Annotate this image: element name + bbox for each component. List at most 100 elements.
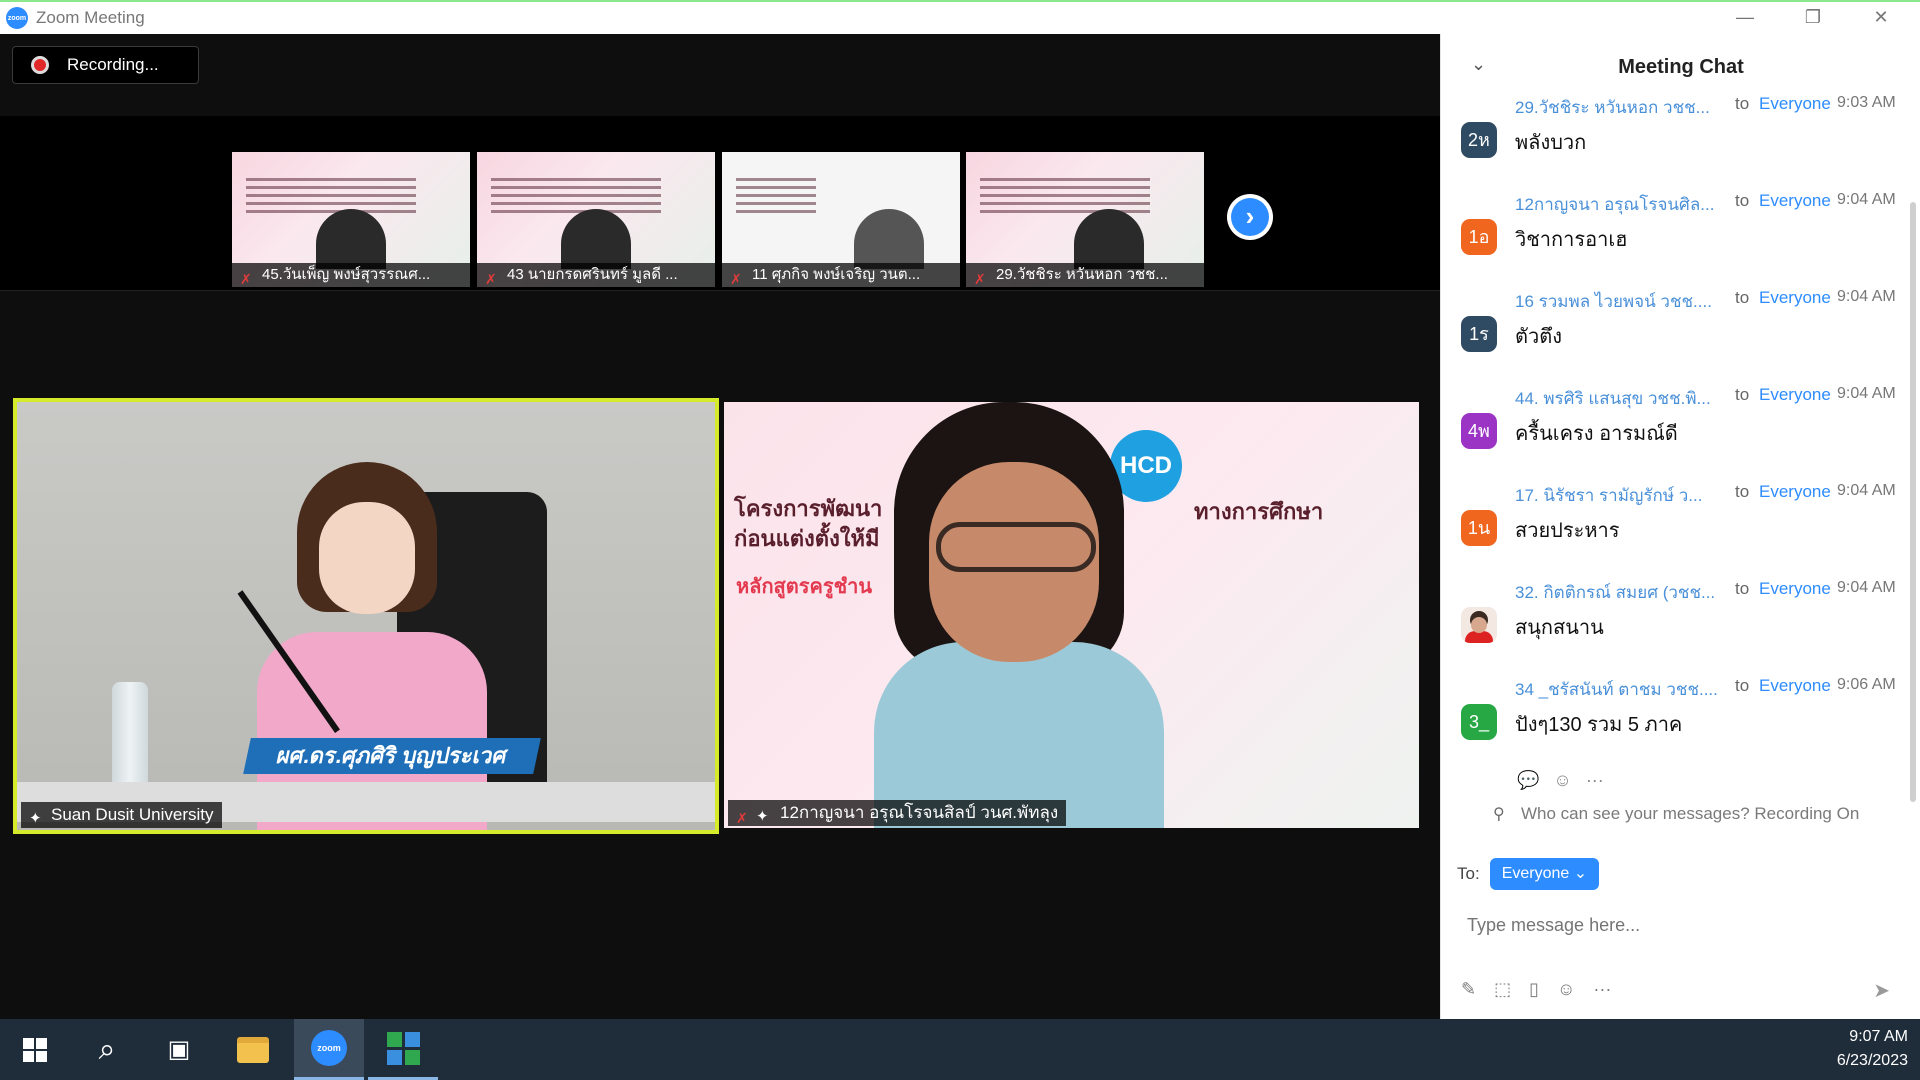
task-view-icon[interactable]: ▣ [144,1019,214,1080]
emoji-reaction-icon[interactable]: ☺ [1553,770,1571,791]
participant-video [853,209,924,269]
slide-graphic [491,178,661,218]
message-text: พลังบวก [1515,132,1587,154]
restore-button[interactable]: ❐ [1780,2,1846,32]
tile-name: 12กาญจนา อรุณโรจนสิลป์ วนศ.พัทลุง [780,803,1059,822]
participant-name-label: ✗ 45.วันเพ็ญ พงษ์สุวรรณศ... [232,263,470,287]
participant-name: 43 นายกรดศรินทร์ มูลดี ... [507,266,678,283]
message-sender[interactable]: 12กาญจนา อรุณโรจนศิล... [1515,191,1729,218]
chat-message[interactable]: 1ร 16 รวมพล ไวยพจน์ วชช.... to Everyone … [1441,284,1911,380]
message-to: to [1735,385,1750,404]
avatar [1461,607,1497,643]
participant-graphic [874,402,1164,828]
message-text: วิชาการอาเฮ [1515,229,1628,251]
message-time: 9:04 AM [1837,482,1896,499]
message-meta: 29.วัชชิระ หวันหอก วชช... to Everyone 9:… [1515,94,1911,117]
speaker-video-tile[interactable]: ผศ.ดร.ศุภศิริ บุญประเวศ ✦ Suan Dusit Uni… [13,398,719,834]
system-clock[interactable]: 9:07 AM 6/23/2023 [1837,1025,1908,1073]
message-target: Everyone [1759,676,1831,695]
taskbar: ⌕ ▣ zoom 9:07 AM 6/23/2023 [0,1019,1920,1080]
pin-icon: ✦ [756,808,769,825]
close-button[interactable]: ✕ [1848,2,1914,32]
message-target: Everyone [1759,94,1831,113]
slide-graphic [246,178,416,218]
privacy-notice[interactable]: ⚲ Who can see your messages? Recording O… [1493,804,1859,824]
reply-icon[interactable]: 💬 [1517,770,1539,791]
composer-toolbar: ✎ ⬚ ▯ ☺ ··· [1461,979,1611,1000]
message-target: Everyone [1759,288,1831,307]
message-meta: 12กาญจนา อรุณโรจนศิล... to Everyone 9:04… [1515,191,1911,214]
folder-icon [237,1036,269,1063]
message-sender[interactable]: 16 รวมพล ไวยพจน์ วชช.... [1515,288,1729,315]
file-explorer-button[interactable] [218,1019,288,1080]
message-meta: 17. นิรัชรา รามัญรักษ์ ว... to Everyone … [1515,482,1911,505]
participant-video [561,209,631,269]
chat-message[interactable]: 1น 17. นิรัชรา รามัญรักษ์ ว... to Everyo… [1441,478,1911,574]
chat-message[interactable]: 3_ 34 _ชรัสนันท์ ตาชม วชช.... to Everyon… [1441,672,1911,768]
participant-name: 11 ศุภกิจ พงษ์เจริญ วนต... [752,266,921,283]
presenter-nameplate: ผศ.ดร.ศุภศิริ บุญประเวศ [243,738,541,774]
participant-thumbnail[interactable]: ✗ 45.วันเพ็ญ พงษ์สุวรรณศ... [232,152,470,287]
app-icon [386,1031,420,1065]
message-sender[interactable]: 17. นิรัชรา รามัญรักษ์ ว... [1515,482,1729,509]
recording-indicator[interactable]: Recording... [12,46,199,84]
chat-panel: ⌄ Meeting Chat 2ห 29.วัชชิระ หวันหอก วชช… [1440,34,1920,1019]
avatar: 2ห [1461,122,1497,158]
chat-scrollbar[interactable] [1910,202,1916,802]
start-button[interactable] [0,1019,70,1080]
chat-message[interactable]: 1อ 12กาญจนา อรุณโรจนศิล... to Everyone 9… [1441,187,1911,283]
message-sender[interactable]: 44. พรศิริ แสนสุข วชช.พิ... [1515,385,1729,412]
message-sender[interactable]: 32. กิตติกรณ์ สมยศ (วชช... [1515,579,1729,606]
title-bar: zoom Zoom Meeting — ❐ ✕ [0,0,1920,34]
clock-time: 9:07 AM [1849,1028,1908,1045]
chat-message-input[interactable] [1467,900,1887,950]
avatar: 1อ [1461,219,1497,255]
search-icon[interactable]: ⌕ [72,1019,142,1080]
chat-message[interactable]: 32. กิตติกรณ์ สมยศ (วชช... to Everyone 9… [1441,575,1911,671]
more-icon[interactable]: ··· [1586,770,1604,791]
muted-mic-icon: ✗ [730,271,742,287]
emoji-icon[interactable]: ☺ [1557,979,1575,1000]
message-sender[interactable]: 34 _ชรัสนันท์ ตาชม วชช.... [1515,676,1729,703]
minimize-button[interactable]: — [1712,2,1778,32]
message-text: สวยประหาร [1515,520,1620,542]
muted-mic-icon: ✗ [240,271,252,287]
recipient-row: To: Everyone ⌄ [1457,858,1600,890]
message-time: 9:04 AM [1837,191,1896,208]
next-page-button[interactable]: › [1227,194,1273,240]
app-taskbar-button[interactable] [368,1019,438,1080]
tile-name-label: ✗ ✦ 12กาญจนา อรุณโรจนสิลป์ วนศ.พัทลุง [728,800,1067,826]
participant-thumbnail[interactable]: ✗ 29.วัชชิระ หวันหอก วชช... [966,152,1204,287]
message-meta: 34 _ชรัสนันท์ ตาชม วชช.... to Everyone 9… [1515,676,1911,699]
format-icon[interactable]: ✎ [1461,979,1476,1000]
window-title: Zoom Meeting [36,8,145,27]
more-options-icon[interactable]: ··· [1593,979,1611,1000]
chat-message[interactable]: 2ห 29.วัชชิระ หวันหอก วชช... to Everyone… [1441,90,1911,186]
message-target: Everyone [1759,385,1831,404]
avatar: 4พ [1461,413,1497,449]
file-icon[interactable]: ▯ [1529,979,1539,1000]
participant-thumbnail[interactable]: ✗ 43 นายกรดศรินทร์ มูลดี ... [477,152,715,287]
to-label: To: [1457,864,1480,883]
tile-name-label: ✦ Suan Dusit University [21,802,222,828]
message-target: Everyone [1759,579,1831,598]
recipient-select[interactable]: Everyone ⌄ [1489,858,1600,890]
muted-mic-icon: ✗ [974,271,986,287]
message-time: 9:04 AM [1837,288,1896,305]
tile-name: Suan Dusit University [51,805,214,824]
participant-video [1073,209,1144,269]
message-to: to [1735,191,1750,210]
send-icon[interactable]: ➤ [1873,978,1890,1003]
pin-icon: ✦ [29,810,42,827]
chevron-down-icon[interactable]: ⌄ [1471,54,1486,75]
chat-message[interactable]: 4พ 44. พรศิริ แสนสุข วชช.พิ... to Everyo… [1441,381,1911,477]
muted-mic-icon: ✗ [736,810,748,826]
participant-video-tile[interactable]: โครงการพัฒนา ก่อนแต่งตั้งให้มี ทางการศึก… [724,402,1419,828]
muted-mic-icon: ✗ [485,271,497,287]
zoom-icon: zoom [311,1030,347,1066]
participant-thumbnail[interactable]: ✗ 11 ศุภกิจ พงษ์เจริญ วนต... [722,152,960,287]
message-time: 9:04 AM [1837,579,1896,596]
screenshot-icon[interactable]: ⬚ [1494,979,1511,1000]
message-sender[interactable]: 29.วัชชิระ หวันหอก วชช... [1515,94,1729,121]
zoom-taskbar-button[interactable]: zoom [294,1019,364,1080]
